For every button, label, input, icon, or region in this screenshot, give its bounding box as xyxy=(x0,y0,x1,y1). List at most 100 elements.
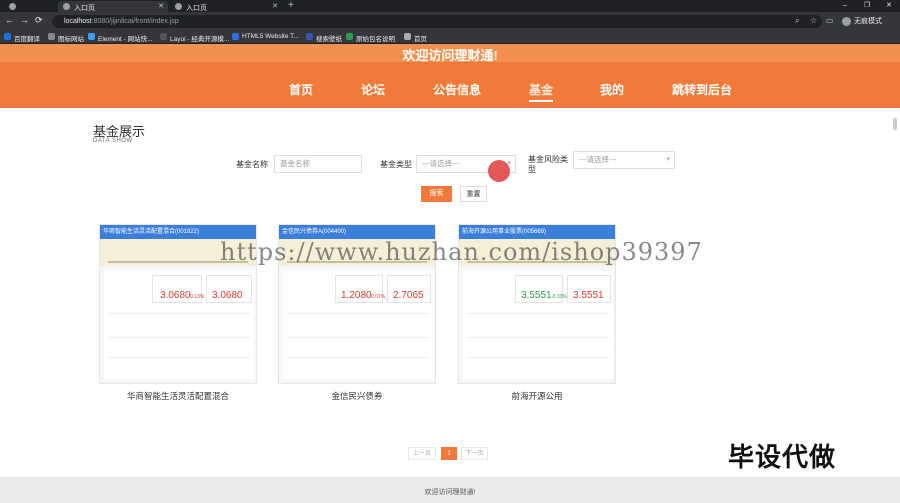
cursor-highlight xyxy=(488,160,510,182)
browser-tab-strip: 入口页 ✕ 入口页 ✕ + – ❐ ✕ xyxy=(0,0,900,12)
new-tab-icon[interactable]: + xyxy=(288,0,294,11)
address-bar[interactable]: localhost:8080/jijinlicai/front/index.js… xyxy=(52,15,822,28)
bookmark-item[interactable]: 原始包名说明 xyxy=(346,33,395,43)
divider xyxy=(467,313,609,314)
window-controls: – ❐ ✕ xyxy=(834,0,900,12)
bookmark-favicon-icon xyxy=(404,33,411,40)
bookmark-favicon-icon xyxy=(346,33,353,40)
bookmark-item[interactable]: 搜索壁纸 xyxy=(306,33,342,43)
close-tab-icon[interactable]: ✕ xyxy=(272,2,278,10)
nav-notices[interactable]: 公告信息 xyxy=(433,81,481,98)
card-screenshot: 3.0680 0.13% 3.0680 xyxy=(104,271,254,379)
zoom-icon[interactable]: ⌕ xyxy=(795,16,799,26)
nav-admin[interactable]: 跳转到后台 xyxy=(672,81,732,98)
daily-change: 0.01% xyxy=(371,294,386,300)
page-scrollbar[interactable] xyxy=(893,118,897,130)
bookmark-label: 搜索壁纸 xyxy=(316,36,342,43)
next-page-button[interactable]: 下一页 xyxy=(461,447,488,460)
divider xyxy=(108,313,250,314)
bookmark-item[interactable]: Layui - 经典开源模... xyxy=(160,33,229,43)
reset-button[interactable]: 重置 xyxy=(460,186,487,202)
bookmark-item[interactable]: Element - 网站快... xyxy=(88,33,153,43)
profile-label: 无痕模式 xyxy=(854,18,882,25)
card-header: 华商智能生活灵活配置混合(001822) xyxy=(100,225,256,239)
footer-text: 欢迎访问理财通! xyxy=(424,489,476,496)
close-window-icon[interactable]: ✕ xyxy=(878,0,900,12)
bookmark-favicon-icon xyxy=(232,33,239,40)
fund-type-label: 基金类型 xyxy=(380,160,412,169)
bookmark-favicon-icon xyxy=(4,33,11,40)
divider xyxy=(287,337,429,338)
brand-mark: 毕设代做 xyxy=(728,442,837,472)
prev-page-button[interactable]: 上一页 xyxy=(408,447,436,460)
divider xyxy=(108,337,250,338)
current-page-button[interactable]: 1 xyxy=(441,447,457,460)
close-tab-icon[interactable]: ✕ xyxy=(158,2,164,10)
nav-fund[interactable]: 基金 xyxy=(529,81,554,102)
chevron-down-icon: ▾ xyxy=(666,156,670,163)
accum-nav-value: 3.5551 xyxy=(573,290,604,301)
bookmark-favicon-icon xyxy=(306,33,313,40)
bookmark-label: 百度翻译 xyxy=(14,36,40,43)
fund-risk-select[interactable]: ---请选择--- ▾ xyxy=(573,151,675,169)
fund-name-label: 基金名称 xyxy=(236,160,268,169)
nav-forum[interactable]: 论坛 xyxy=(361,81,385,98)
accum-nav-value: 3.0680 xyxy=(212,290,243,301)
maximize-icon[interactable]: ❐ xyxy=(856,0,878,12)
tab-1[interactable]: 入口页 ✕ xyxy=(58,1,168,12)
welcome-text: 欢迎访问理财通! xyxy=(402,48,498,63)
bookmark-favicon-icon xyxy=(160,33,167,40)
nav-home[interactable]: 首页 xyxy=(289,81,313,98)
nav-mine[interactable]: 我的 xyxy=(600,81,624,98)
sidebar-icon[interactable]: ▭ xyxy=(826,16,834,25)
fund-name-input[interactable]: 基金名称 xyxy=(274,155,362,173)
browser-toolbar: ← → ⟳ localhost:8080/jijinlicai/front/in… xyxy=(0,12,900,30)
watermark-text: https://www.huzhan.com/ishop39397 xyxy=(220,238,703,266)
bookmark-item[interactable]: 图标网站 xyxy=(48,33,84,43)
reload-icon[interactable]: ⟳ xyxy=(35,15,43,26)
site-header: 欢迎访问理财通! 首页 论坛 公告信息 基金 我的 跳转到后台 xyxy=(0,44,900,108)
bookmark-star-icon[interactable]: ☆ xyxy=(810,16,817,25)
card-screenshot: 1.2080 0.01% 2.7065 xyxy=(283,271,433,379)
bookmark-label: HTML5 Website T... xyxy=(242,33,299,40)
page-subtitle: DATA SHOW xyxy=(93,138,133,144)
bookmark-item[interactable]: 首页 xyxy=(404,33,427,43)
fund-type-value: ---请选择--- xyxy=(422,159,460,168)
forward-icon[interactable]: → xyxy=(20,15,29,25)
accum-nav-value: 2.7065 xyxy=(393,290,424,301)
fund-risk-value: ---请选择--- xyxy=(579,155,617,164)
tab-2-label: 入口页 xyxy=(186,5,207,12)
fund-risk-label: 基金风险类型 xyxy=(528,155,568,174)
unit-nav-value: 1.2080 xyxy=(341,290,372,301)
tab-1-label: 入口页 xyxy=(74,5,95,12)
divider xyxy=(467,357,609,358)
divider xyxy=(287,313,429,314)
back-icon[interactable]: ← xyxy=(5,15,14,25)
globe-icon xyxy=(63,3,70,10)
unit-nav-value: 3.0680 xyxy=(160,290,191,301)
tab-favicon-icon xyxy=(9,3,16,10)
url-host: localhost xyxy=(64,18,92,25)
bookmark-label: 首页 xyxy=(414,36,427,43)
profile-button[interactable]: 无痕模式 xyxy=(842,15,882,28)
fund-name[interactable]: 前海开源公用 xyxy=(458,390,616,402)
bookmarks-bar: 百度翻译 图标网站 Element - 网站快... Layui - 经典开源模… xyxy=(0,30,900,44)
bookmark-label: Layui - 经典开源模... xyxy=(170,36,230,43)
unit-nav-value: 3.5551 xyxy=(521,290,552,301)
globe-icon xyxy=(175,3,182,10)
bookmark-label: 原始包名说明 xyxy=(356,36,395,43)
fund-name[interactable]: 金信民兴债券 xyxy=(278,390,436,402)
tab-2[interactable]: 入口页 ✕ xyxy=(170,1,282,12)
minimize-icon[interactable]: – xyxy=(834,0,856,12)
pinned-tab[interactable] xyxy=(4,1,28,12)
divider xyxy=(467,337,609,338)
daily-change: -0.33% xyxy=(551,294,567,300)
site-footer: 欢迎访问理财通! xyxy=(0,477,900,503)
search-button[interactable]: 搜索 xyxy=(421,186,452,202)
bookmark-item[interactable]: 百度翻译 xyxy=(4,33,40,43)
daily-change: 0.13% xyxy=(190,294,205,300)
fund-name[interactable]: 华商智能生活灵活配置混合 xyxy=(99,390,257,402)
bookmark-item[interactable]: HTML5 Website T... xyxy=(232,33,299,40)
divider xyxy=(287,357,429,358)
url-path: :8080/jijinlicai/front/index.jsp xyxy=(91,18,179,25)
